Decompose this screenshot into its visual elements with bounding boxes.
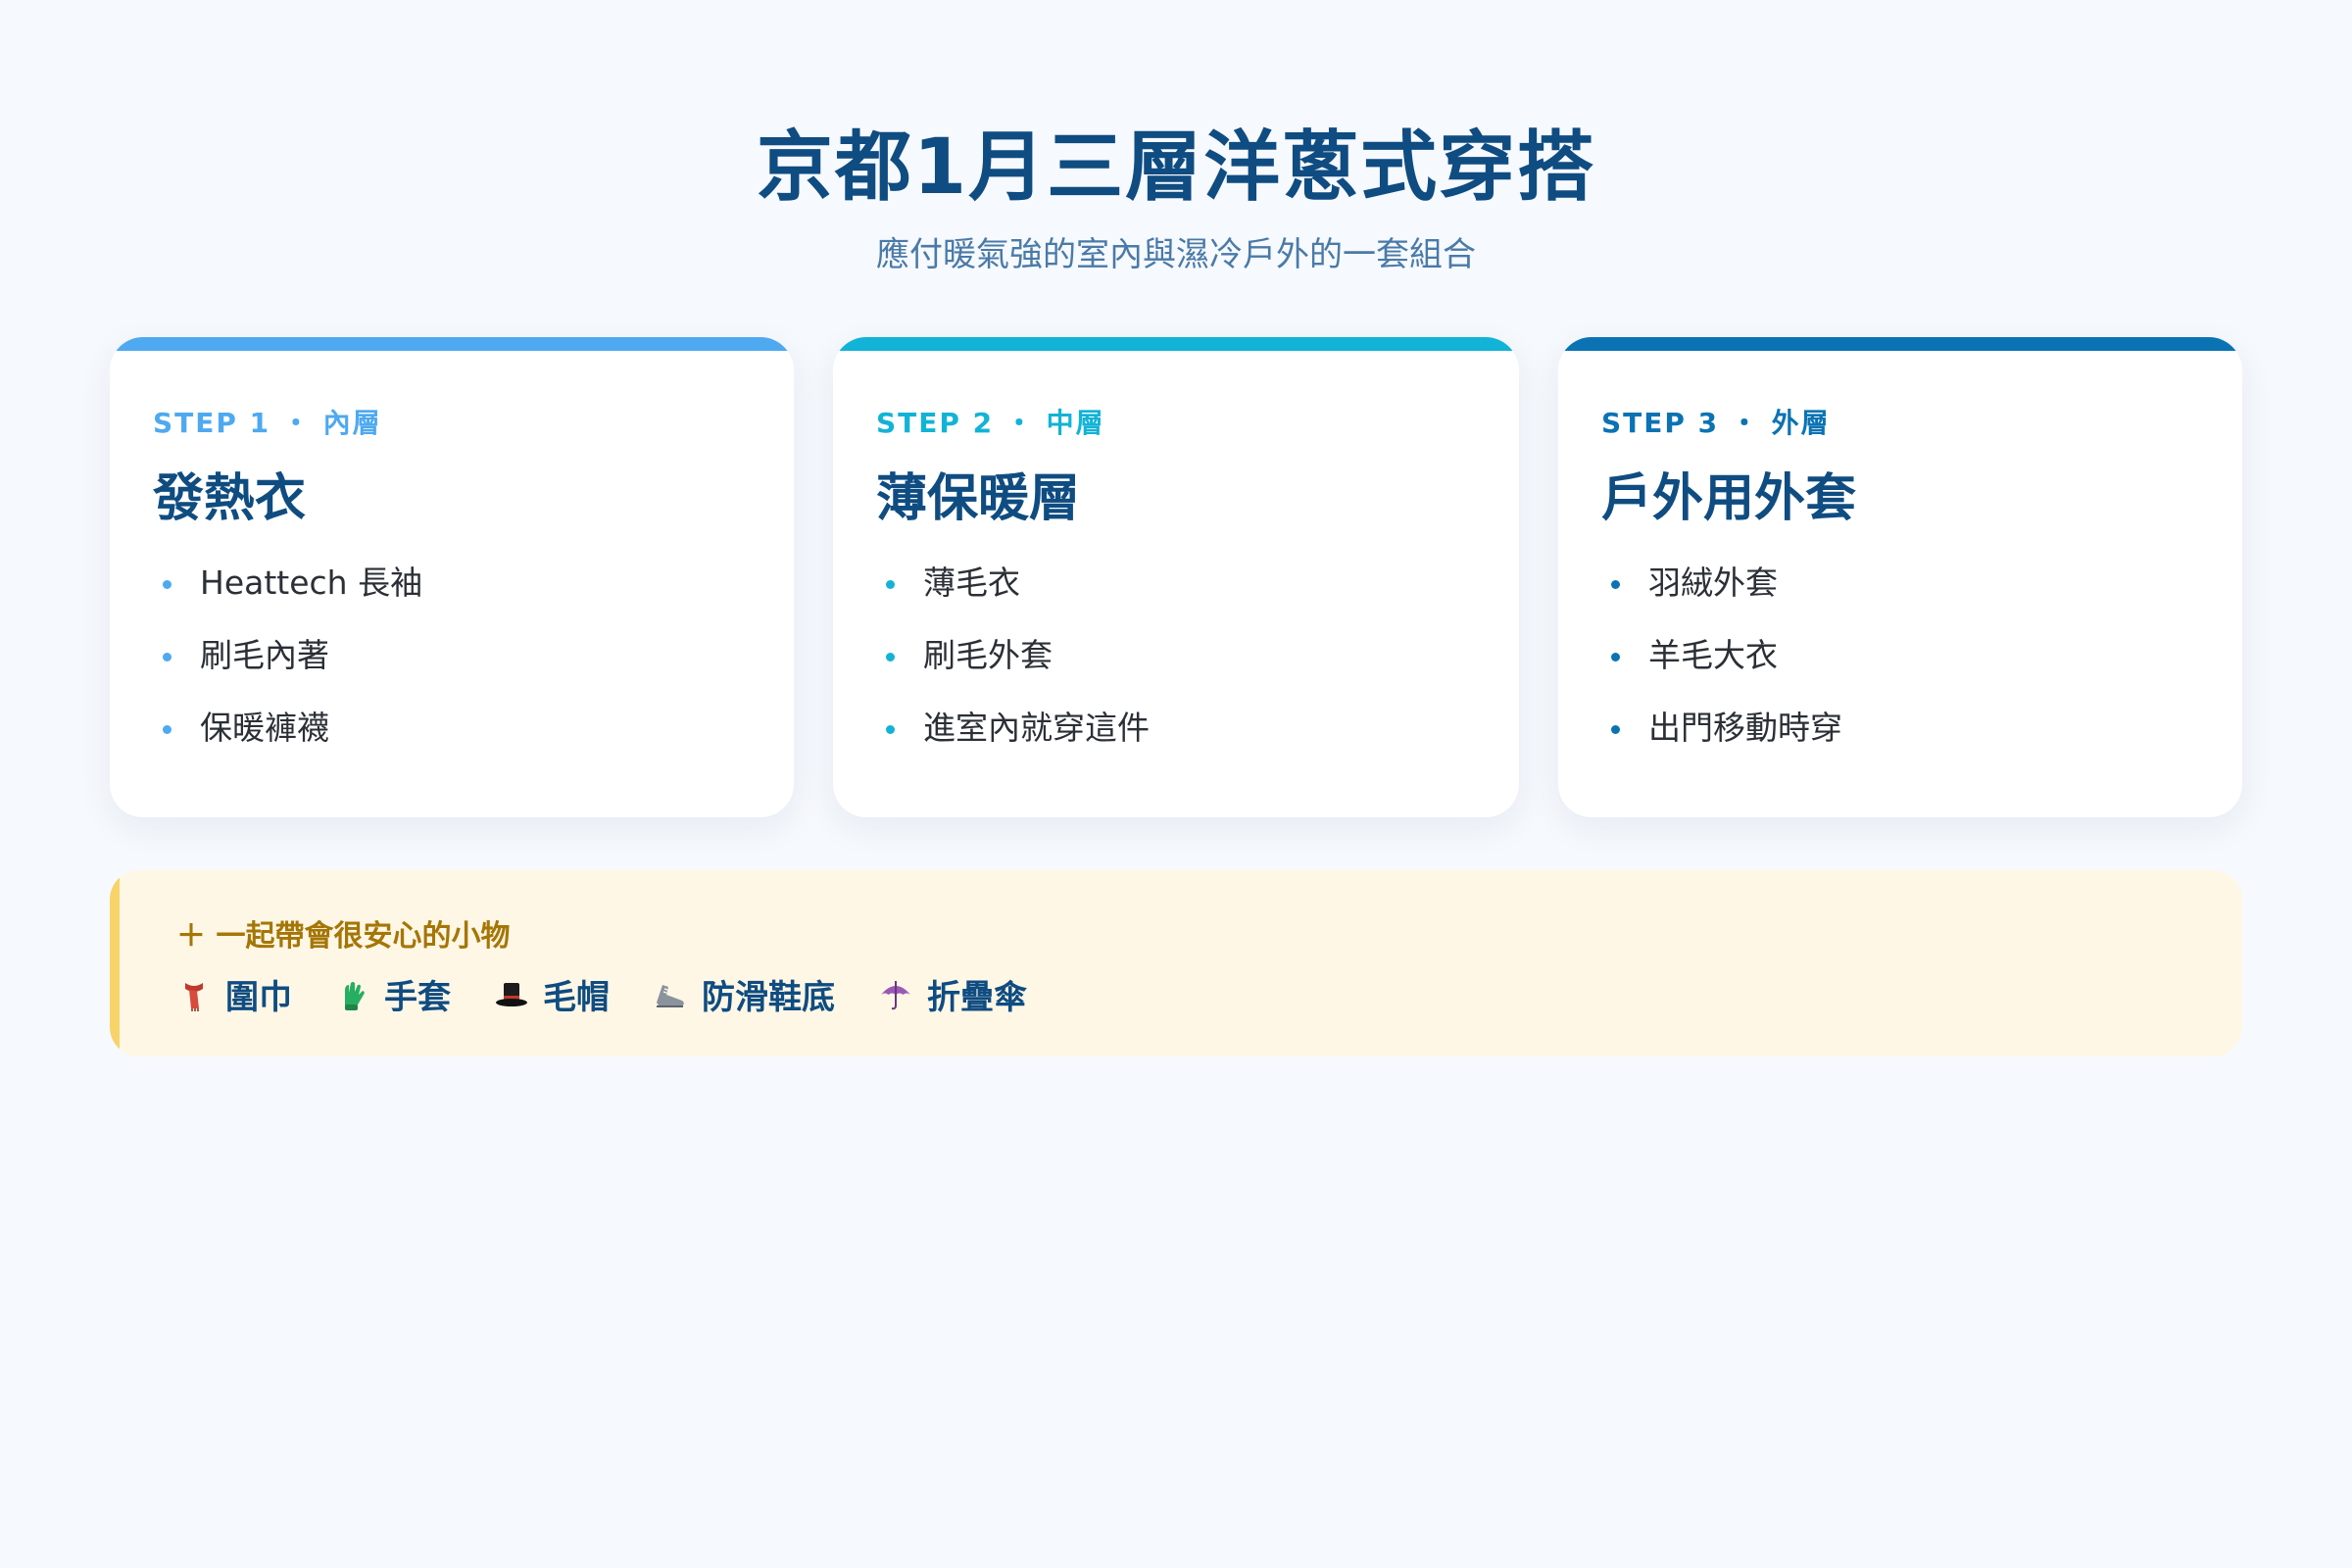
extras-title: ＋ 一起帶會很安心的小物 [176, 919, 511, 954]
bullet-icon [163, 725, 172, 734]
page-subtitle: 應付暖氣強的室內與濕冷戶外的一套組合 [876, 235, 1476, 274]
list-item-label: 薄毛衣 [923, 564, 1020, 602]
card-step-label: STEP 1 ・ 內層 [153, 407, 382, 439]
extra-item-label: 圍巾 [225, 978, 292, 1017]
bullet-icon [163, 653, 172, 662]
card-title: 發熱衣 [153, 469, 307, 528]
card-title: 薄保暖層 [876, 469, 1081, 528]
scarf-icon [185, 982, 203, 1011]
bullet-icon [1611, 725, 1620, 734]
extras-accent-bar [110, 870, 120, 1056]
list-item-label: 出門移動時穿 [1648, 709, 1842, 747]
layer-card-middle: STEP 2 ・ 中層 薄保暖層 薄毛衣 刷毛外套 進室內就穿這件 [833, 337, 1519, 817]
list-item: Heattech 長袖 [153, 566, 422, 639]
list-item-label: 保暖褲襪 [200, 709, 329, 747]
extra-item-scarf: 圍巾 [176, 970, 292, 1018]
bullet-icon [886, 653, 895, 662]
hat-icon [496, 982, 527, 1006]
card-item-list: 羽絨外套 羊毛大衣 出門移動時穿 [1601, 566, 1842, 784]
page: 京都1月三層洋蔥式穿搭 應付暖氣強的室內與濕冷戶外的一套組合 STEP 1 ・ … [0, 0, 2352, 1568]
extra-item-label: 折疊傘 [927, 978, 1027, 1017]
list-item: 羊毛大衣 [1601, 639, 1842, 711]
list-item-label: 羽絨外套 [1648, 564, 1778, 602]
list-item: 出門移動時穿 [1601, 711, 1842, 784]
card-accent-bar [1558, 337, 2242, 351]
shoe-icon [657, 984, 684, 1007]
list-item-label: 進室內就穿這件 [923, 709, 1150, 747]
extra-item-label: 毛帽 [543, 978, 610, 1017]
card-item-list: Heattech 長袖 刷毛內著 保暖褲襪 [153, 566, 422, 784]
bullet-icon [886, 580, 895, 589]
extra-item-gloves: 手套 [335, 970, 451, 1018]
bullet-icon [886, 725, 895, 734]
extra-item-umbrella: 折疊傘 [878, 970, 1027, 1018]
list-item: 薄毛衣 [876, 566, 1150, 639]
list-item: 刷毛外套 [876, 639, 1150, 711]
extra-item-label: 防滑鞋底 [702, 978, 835, 1017]
extra-item-label: 手套 [384, 978, 451, 1017]
extras-panel: ＋ 一起帶會很安心的小物 圍巾 手套 毛帽 防滑鞋底 折疊傘 [110, 870, 2242, 1056]
card-accent-bar [833, 337, 1519, 351]
card-item-list: 薄毛衣 刷毛外套 進室內就穿這件 [876, 566, 1150, 784]
list-item: 進室內就穿這件 [876, 711, 1150, 784]
list-item: 羽絨外套 [1601, 566, 1842, 639]
extra-item-shoe: 防滑鞋底 [653, 970, 835, 1018]
list-item: 保暖褲襪 [153, 711, 422, 784]
gloves-icon [345, 981, 365, 1010]
umbrella-icon [881, 980, 910, 1009]
list-item-label: 刷毛內著 [200, 636, 329, 674]
card-title: 戶外用外套 [1601, 469, 1857, 528]
list-item: 刷毛內著 [153, 639, 422, 711]
card-step-label: STEP 2 ・ 中層 [876, 407, 1105, 439]
bullet-icon [1611, 653, 1620, 662]
list-item-label: 羊毛大衣 [1648, 636, 1778, 674]
bullet-icon [163, 580, 172, 589]
layer-card-outer: STEP 3 ・ 外層 戶外用外套 羽絨外套 羊毛大衣 出門移動時穿 [1558, 337, 2242, 817]
card-step-label: STEP 3 ・ 外層 [1601, 407, 1831, 439]
extras-list: 圍巾 手套 毛帽 防滑鞋底 折疊傘 [176, 970, 1027, 1018]
card-accent-bar [110, 337, 794, 351]
extra-item-hat: 毛帽 [494, 970, 610, 1018]
page-title: 京都1月三層洋蔥式穿搭 [756, 123, 1596, 212]
layer-card-inner: STEP 1 ・ 內層 發熱衣 Heattech 長袖 刷毛內著 保暖褲襪 [110, 337, 794, 817]
list-item-label: 刷毛外套 [923, 636, 1053, 674]
list-item-label: Heattech 長袖 [200, 564, 423, 602]
bullet-icon [1611, 580, 1620, 589]
